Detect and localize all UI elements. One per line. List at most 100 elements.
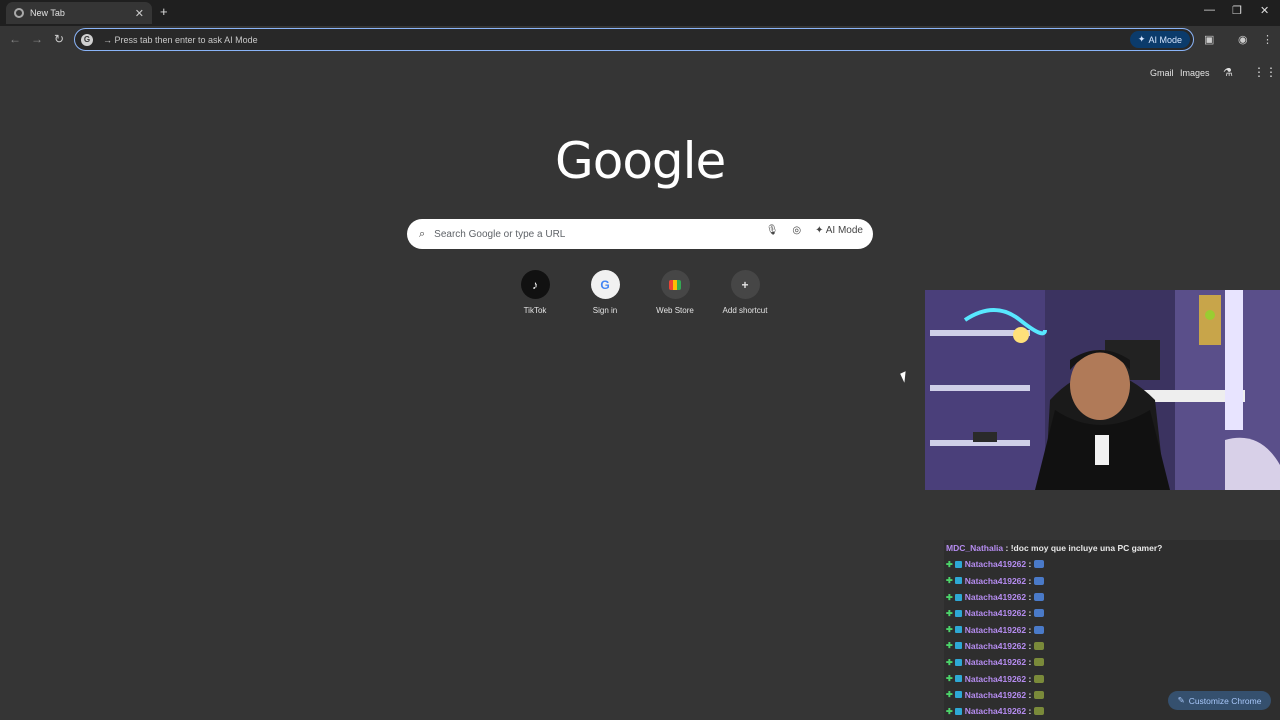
sub-badge-icon: ✚ (946, 576, 953, 586)
sub-badge-icon: ✚ (946, 657, 953, 667)
chat-text: : (1028, 559, 1032, 570)
address-bar-placeholder: → Press tab then enter to ask AI Mode (103, 34, 258, 45)
emote-icon (1034, 593, 1045, 602)
shortcut-label: Add shortcut (722, 306, 768, 315)
gift-badge-icon (954, 691, 962, 699)
chat-message: ✚ Natacha419262 : (944, 638, 1280, 654)
chat-text: : (1028, 608, 1032, 619)
sub-badge-icon: ✚ (946, 690, 953, 700)
shortcut-label: Sign in (592, 306, 618, 315)
address-bar[interactable]: G → Press tab then enter to ask AI Mode … (74, 28, 1194, 51)
chat-text: : (1028, 673, 1032, 684)
chat-username: Natacha419262 (964, 592, 1027, 603)
shortcut-sign-in[interactable]: G Sign in (575, 270, 635, 315)
gift-badge-icon (954, 593, 962, 601)
back-icon[interactable]: ← (9, 32, 21, 46)
sub-badge-icon: ✚ (946, 559, 953, 569)
emote-icon (1034, 690, 1045, 699)
gift-badge-icon (954, 707, 962, 715)
search-ai-mode-label: AI Mode (825, 225, 863, 236)
chat-text: : !doc moy que incluye una PC gamer? (1005, 543, 1163, 554)
chat-text: : (1028, 575, 1032, 586)
chat-message: ✚ Natacha419262 : (944, 605, 1280, 621)
toolbar: ← → ↻ G → Press tab then enter to ask AI… (0, 26, 1280, 54)
emote-icon (1034, 576, 1045, 585)
apps-grid-icon[interactable]: ⋮⋮ (1253, 65, 1277, 79)
forward-icon[interactable]: → (31, 32, 43, 46)
gmail-link[interactable]: Gmail (1150, 68, 1174, 78)
pencil-icon: ✎ (1177, 695, 1185, 705)
chat-message: ✚ Natacha419262 : (944, 621, 1280, 637)
tiktok-icon: ♪ (520, 270, 550, 299)
chat-username: Natacha419262 (964, 640, 1027, 651)
gift-badge-icon (954, 675, 962, 683)
side-panel-icon[interactable]: ▣ (1204, 33, 1214, 46)
new-tab-button[interactable]: + (160, 4, 168, 19)
emote-icon (1034, 707, 1045, 716)
google-g-icon: G (81, 33, 93, 46)
labs-icon[interactable]: ⚗ (1223, 66, 1233, 79)
shortcut-tiktok[interactable]: ♪ TikTok (505, 270, 565, 315)
chat-text: : (1028, 657, 1032, 668)
emote-icon (1034, 625, 1045, 634)
chat-message: ✚ Natacha419262 : (944, 589, 1280, 605)
sub-badge-icon: ✚ (946, 625, 953, 635)
ai-mode-label: AI Mode (1148, 34, 1182, 45)
lens-icon[interactable]: ◎ (792, 225, 801, 236)
ai-sparkle-icon: ✦ (815, 225, 824, 236)
chat-message: ✚ Natacha419262 : (944, 654, 1280, 670)
shortcut-label: TikTok (523, 306, 547, 315)
sub-badge-icon: ✚ (946, 641, 953, 651)
profile-icon[interactable]: ◉ (1238, 33, 1248, 46)
chat-username: Natacha419262 (964, 657, 1027, 668)
tab-new-tab[interactable]: New Tab ✕ (6, 2, 152, 24)
webstore-icon (660, 270, 690, 299)
chat-message: ✚ Natacha419262 : (944, 670, 1280, 686)
search-icon: ⌕ (419, 227, 426, 240)
emote-icon (1034, 641, 1045, 650)
chat-text: : (1028, 640, 1032, 651)
sub-badge-icon: ✚ (946, 608, 953, 618)
chat-username: Natacha419262 (964, 673, 1027, 684)
close-window-icon[interactable]: ✕ (1260, 4, 1269, 17)
search-ai-mode-button[interactable]: ✦ AI Mode (815, 225, 863, 236)
chat-message: ✚ Natacha419262 : (944, 573, 1280, 589)
images-link[interactable]: Images (1180, 68, 1210, 78)
gift-badge-icon (954, 560, 962, 568)
gift-badge-icon (954, 658, 962, 666)
chat-username: Natacha419262 (964, 575, 1027, 586)
chat-username: Natacha419262 (964, 689, 1027, 700)
minimize-icon[interactable]: — (1204, 4, 1215, 16)
gift-badge-icon (954, 609, 962, 617)
gift-badge-icon (954, 577, 962, 585)
plus-icon: + (730, 270, 760, 299)
microphone-icon[interactable]: 🎙 (766, 225, 779, 236)
ai-mode-button[interactable]: ✦ AI Mode (1129, 31, 1190, 48)
search-input[interactable]: Search Google or type a URL (434, 229, 565, 240)
sub-badge-icon: ✚ (946, 706, 953, 716)
customize-chrome-button[interactable]: ✎ Customize Chrome (1168, 691, 1271, 710)
chat-username: Natacha419262 (964, 608, 1027, 619)
shortcut-web-store[interactable]: Web Store (645, 270, 705, 315)
chat-text: : (1028, 624, 1032, 635)
ai-sparkle-icon: ✦ (1137, 34, 1146, 44)
chat-username: Natacha419262 (964, 624, 1027, 635)
chat-text: : (1028, 706, 1032, 717)
reload-icon[interactable]: ↻ (54, 32, 64, 46)
close-tab-icon[interactable]: ✕ (135, 7, 144, 20)
menu-icon[interactable]: ⋮ (1262, 33, 1273, 46)
google-logo: Google (555, 132, 726, 190)
chat-text: : (1028, 592, 1032, 603)
tab-strip: New Tab ✕ + — ❐ ✕ (0, 0, 1280, 26)
gift-badge-icon (954, 626, 962, 634)
shortcut-add[interactable]: + Add shortcut (715, 270, 775, 315)
chat-username: MDC_Nathalia (946, 543, 1004, 554)
search-box[interactable]: ⌕ Search Google or type a URL 🎙 ◎ ✦ AI M… (407, 219, 873, 249)
gift-badge-icon (954, 642, 962, 650)
sub-badge-icon: ✚ (946, 674, 953, 684)
chat-text: : (1028, 689, 1032, 700)
google-icon: G (590, 270, 620, 299)
shortcut-label: Web Store (656, 306, 694, 315)
restore-icon[interactable]: ❐ (1232, 4, 1242, 17)
chat-message: MDC_Nathalia : !doc moy que incluye una … (944, 540, 1280, 556)
